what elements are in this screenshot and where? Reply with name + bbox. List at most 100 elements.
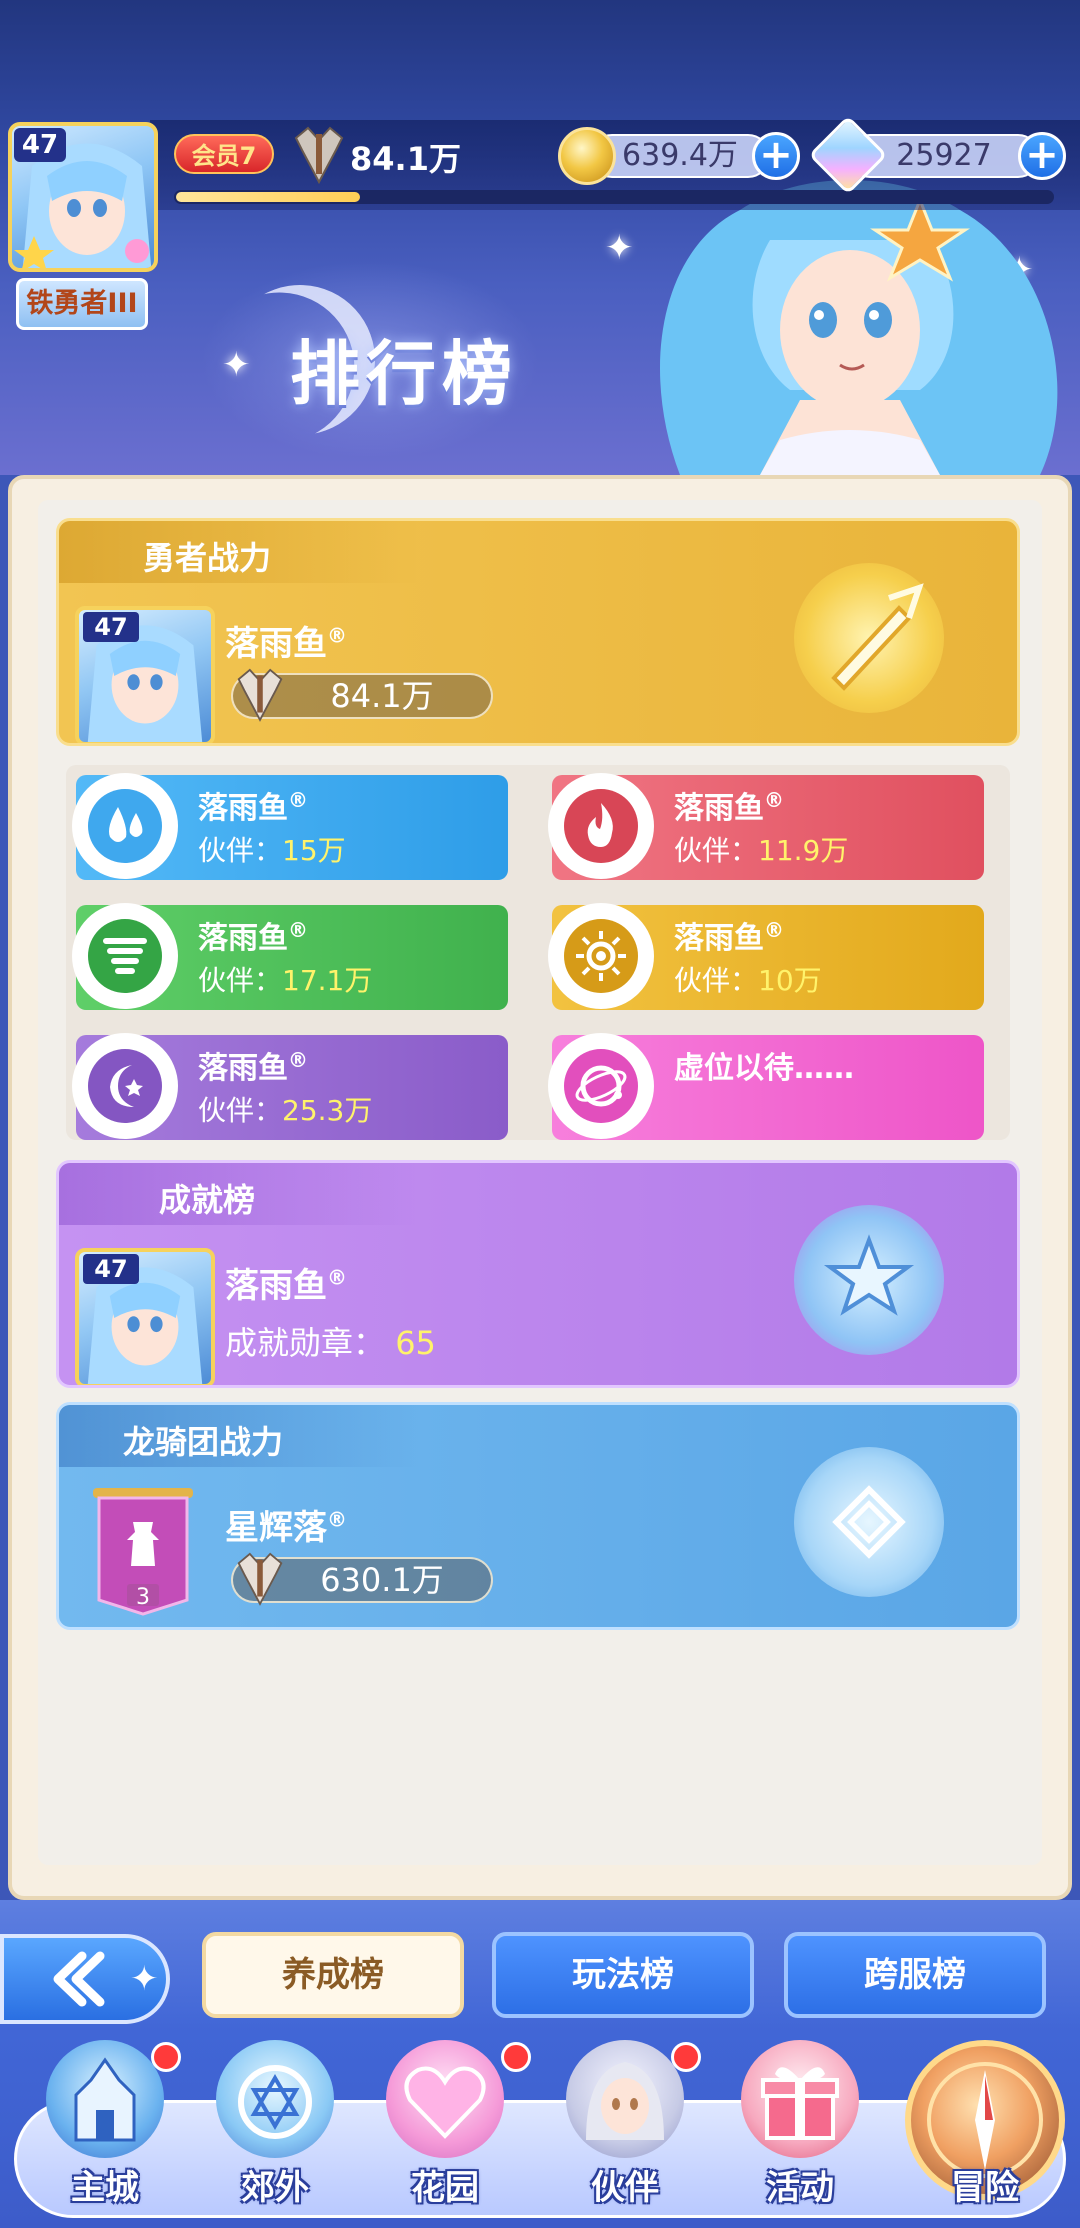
achievement-medals: 成就勋章： 65 xyxy=(225,1318,436,1364)
light-element-icon xyxy=(548,903,654,1009)
gold-coin-icon xyxy=(558,127,616,185)
nav-events[interactable]: 活动 xyxy=(720,2040,880,2220)
portal-icon xyxy=(216,2040,334,2158)
star-icon xyxy=(823,1234,915,1316)
gold-amount: 639.4万 xyxy=(590,134,770,178)
sword-icon xyxy=(831,583,924,691)
orbit-icon xyxy=(564,1049,638,1123)
card-title: 成就榜 xyxy=(159,1181,256,1219)
vip-badge[interactable]: 会员7 xyxy=(174,134,274,174)
hero-power-card[interactable]: 勇者战力 47 落雨鱼® 84.1万 xyxy=(56,518,1020,746)
castle-icon xyxy=(46,2040,164,2158)
card-title: 龙骑团战力 xyxy=(123,1423,284,1461)
star-emblem-icon xyxy=(794,1205,944,1355)
nav-garden[interactable]: 花园 xyxy=(365,2040,531,2220)
partner-name-text: 落雨鱼 xyxy=(674,921,764,956)
nav-label: 花园 xyxy=(411,2168,479,2208)
reg-mark: ® xyxy=(327,623,347,648)
player-level: 47 xyxy=(14,128,66,162)
water-drop-icon xyxy=(88,789,162,863)
player-name-text: 落雨鱼 xyxy=(225,1266,327,1306)
achievement-card[interactable]: 成就榜 47 落雨鱼® 成就勋章： 65 xyxy=(56,1160,1020,1388)
partner-label: 伙伴： xyxy=(198,1094,283,1127)
partner-name-text: 落雨鱼 xyxy=(674,791,764,826)
nav-label: 活动 xyxy=(766,2168,834,2208)
sword-emblem-icon xyxy=(794,563,944,713)
player-power: 84.1万 xyxy=(350,140,461,178)
power-icon xyxy=(237,668,283,722)
player-name: 落雨鱼® xyxy=(225,1258,347,1307)
partner-power: 伙伴：25.3万 xyxy=(198,1089,372,1129)
tab-gameplay[interactable]: 玩法榜 xyxy=(492,1932,754,2018)
achievement-value: 65 xyxy=(395,1324,436,1362)
avatar-level: 47 xyxy=(83,1254,139,1284)
dragon-knights-card[interactable]: 龙骑团战力 3 星辉落® 630.1万 xyxy=(56,1402,1020,1630)
crescent-icon xyxy=(88,1049,162,1123)
gift-icon xyxy=(741,2040,859,2158)
star-element-icon xyxy=(548,1033,654,1139)
tornado-icon xyxy=(88,919,162,993)
nav-partners[interactable]: 伙伴 xyxy=(545,2040,705,2220)
water-element-icon xyxy=(72,773,178,879)
partner-power: 伙伴：17.1万 xyxy=(198,959,372,999)
back-arrow-icon: ✦ xyxy=(53,1951,159,2007)
partner-name: 落雨鱼® xyxy=(198,788,308,826)
back-button[interactable]: ✦ xyxy=(0,1934,170,2024)
partner-name-text: 落雨鱼 xyxy=(198,1051,288,1086)
fire-element-icon xyxy=(548,773,654,879)
sun-icon xyxy=(564,919,638,993)
card-title: 勇者战力 xyxy=(143,539,272,577)
nav-label: 郊外 xyxy=(241,2168,309,2208)
notification-dot xyxy=(501,2042,531,2072)
avatar-level: 47 xyxy=(83,612,139,642)
notification-dot xyxy=(151,2042,181,2072)
nav-adventure-label[interactable]: 冒险 xyxy=(905,2160,1065,2209)
player-name: 落雨鱼® xyxy=(225,616,347,665)
wind-element-icon xyxy=(72,903,178,1009)
tab-cross-server[interactable]: 跨服榜 xyxy=(784,1932,1046,2018)
dark-element-icon xyxy=(72,1033,178,1139)
add-gold-button[interactable]: + xyxy=(752,132,800,180)
guild-name: 星辉落® xyxy=(225,1500,347,1549)
nav-label: 主城 xyxy=(71,2168,139,2208)
notification-dot xyxy=(671,2042,701,2072)
partner-value: 25.3万 xyxy=(282,1094,373,1127)
partner-value: 15万 xyxy=(282,834,346,867)
partner-value: 11.9万 xyxy=(758,834,849,867)
exp-bar-fill xyxy=(176,192,360,202)
partner-power: 伙伴：15万 xyxy=(198,829,346,869)
power-icon xyxy=(237,1552,283,1606)
nav-outskirts[interactable]: 郊外 xyxy=(195,2040,355,2220)
partner-name-text: 落雨鱼 xyxy=(198,921,288,956)
tab-growth[interactable]: 养成榜 xyxy=(202,1932,464,2018)
partner-name-text: 落雨鱼 xyxy=(198,791,288,826)
partner-label: 伙伴： xyxy=(674,834,759,867)
partner-power: 伙伴：10万 xyxy=(674,959,822,999)
page-title: 排行榜 xyxy=(290,333,518,415)
partner-label: 伙伴： xyxy=(198,834,283,867)
partner-portrait-icon xyxy=(566,2040,684,2158)
flame-icon xyxy=(564,789,638,863)
partner-name: 落雨鱼® xyxy=(674,918,784,956)
svg-text:✦: ✦ xyxy=(130,1959,159,1999)
guild-rank: 3 xyxy=(136,1585,150,1610)
reg-mark: ® xyxy=(327,1507,347,1532)
guild-name-text: 星辉落 xyxy=(225,1508,327,1548)
knot-emblem-icon xyxy=(794,1447,944,1597)
nav-label: 伙伴 xyxy=(591,2168,659,2208)
partner-name: 落雨鱼® xyxy=(674,788,784,826)
partner-name: 落雨鱼® xyxy=(198,918,308,956)
partner-label: 伙伴： xyxy=(674,964,759,997)
partner-value: 10万 xyxy=(758,964,822,997)
add-gem-button[interactable]: + xyxy=(1018,132,1066,180)
knot-icon xyxy=(832,1485,906,1559)
partner-value: 17.1万 xyxy=(282,964,373,997)
partner-name: 虚位以待…… xyxy=(674,1043,854,1087)
nav-main-city[interactable]: 主城 xyxy=(25,2040,185,2220)
partner-name: 落雨鱼® xyxy=(198,1048,308,1086)
power-value: 84.1万 xyxy=(330,677,434,715)
reg-mark: ® xyxy=(327,1265,347,1290)
partner-name-text: 虚位以待…… xyxy=(674,1051,854,1086)
heart-icon xyxy=(386,2040,504,2158)
player-rank-title[interactable]: 铁勇者III xyxy=(16,278,148,330)
